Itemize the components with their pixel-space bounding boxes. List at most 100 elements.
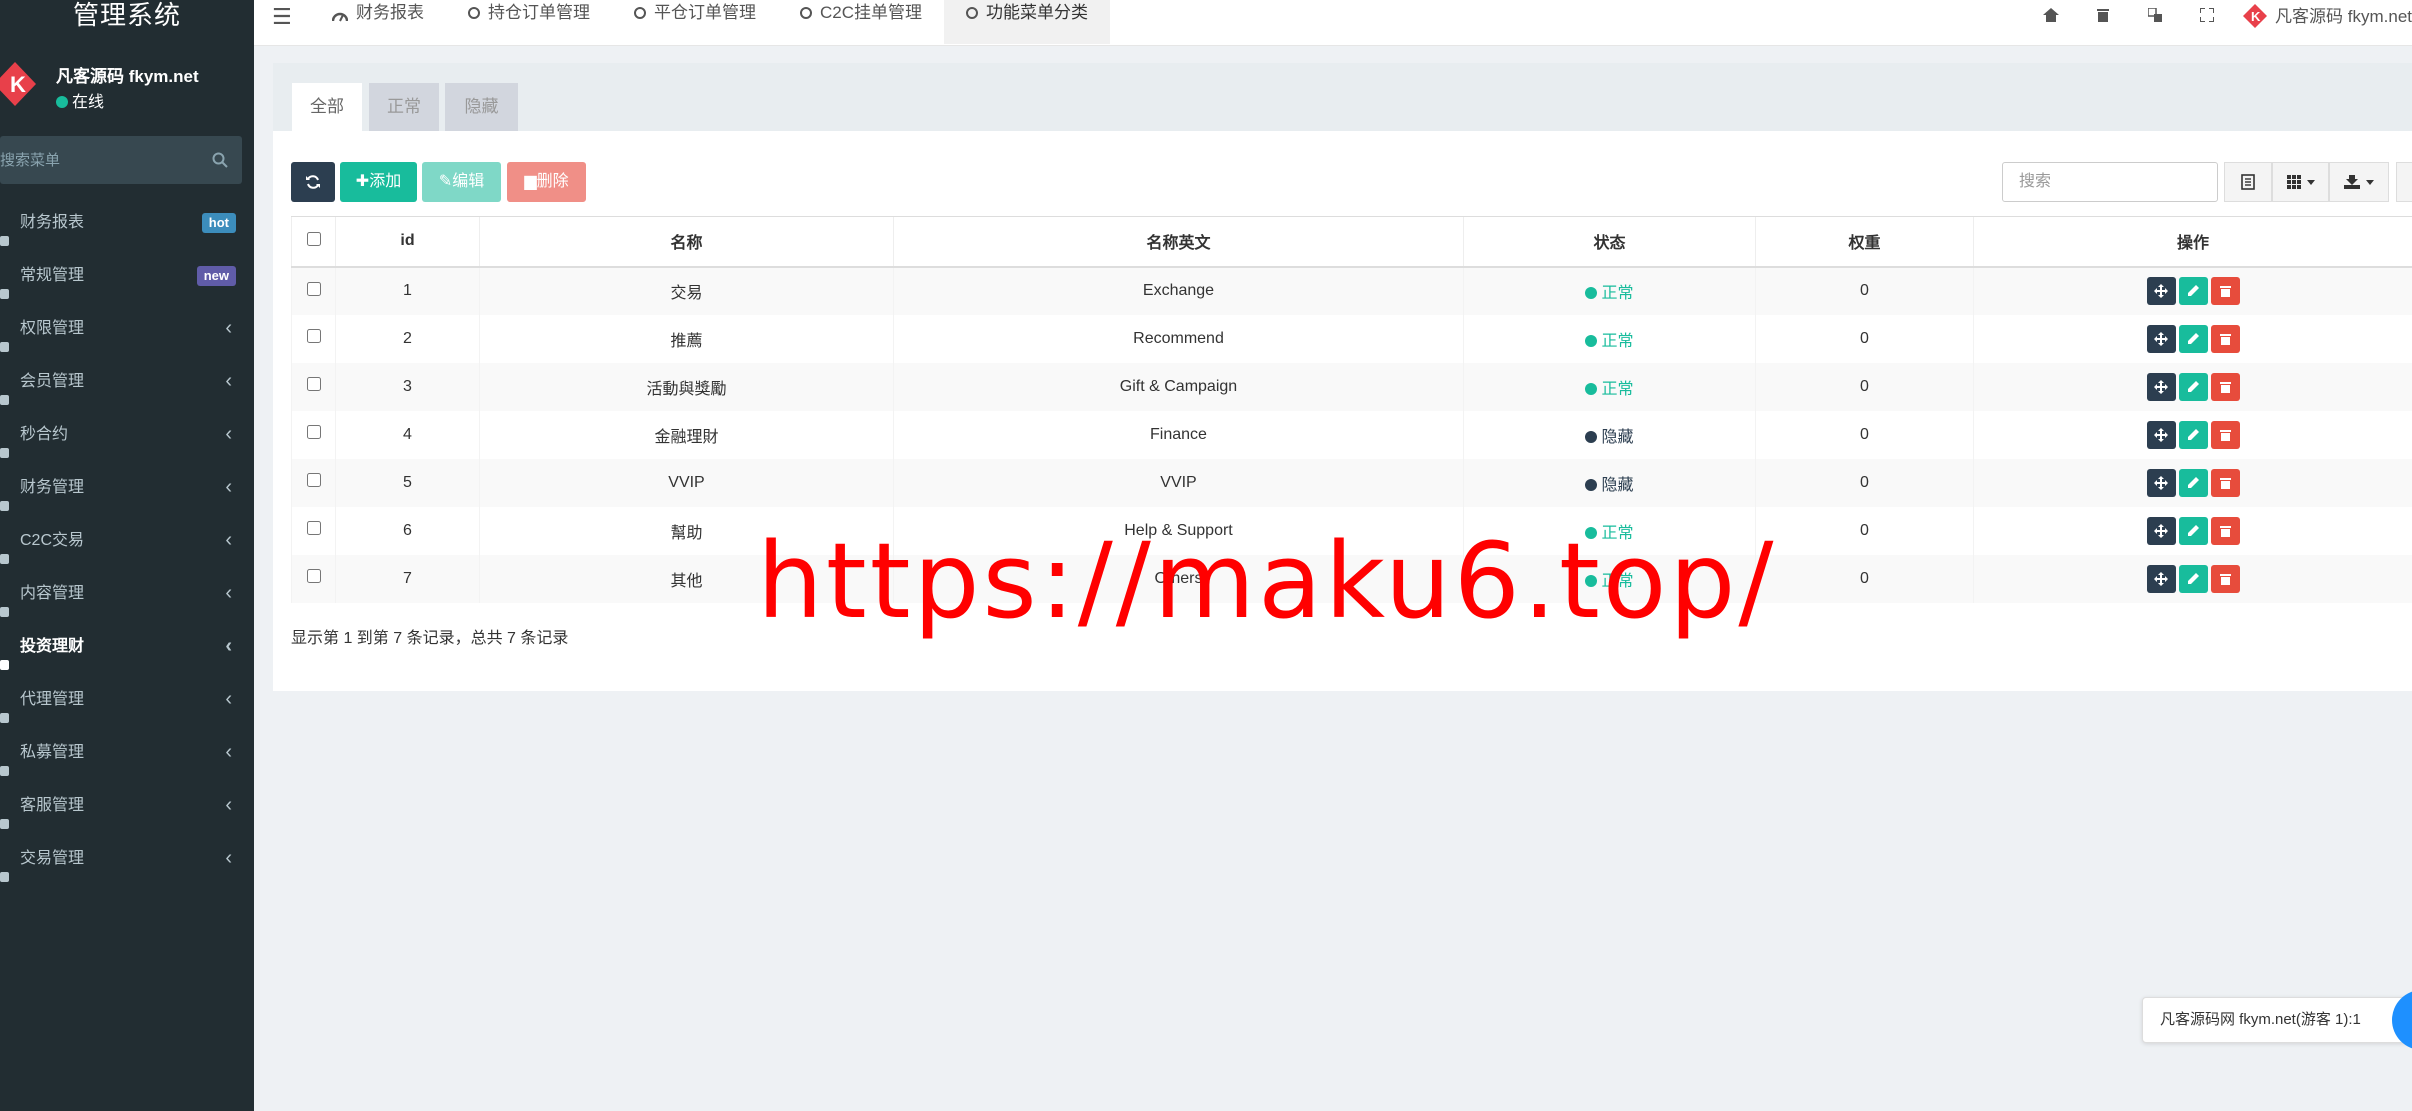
cell-id: 3 [335,362,480,411]
row-checkbox[interactable] [306,569,321,583]
row-checkbox[interactable] [306,329,321,343]
nav-tab-3[interactable]: C2C挂单管理 [778,0,944,44]
delete-row-icon[interactable] [2210,277,2240,305]
drag-move-icon[interactable] [2146,277,2176,305]
col-name-en[interactable]: 名称英文 [893,216,1464,268]
nav-tab-4[interactable]: 功能菜单分类 [944,0,1111,44]
tab-normal[interactable]: 正常 [369,83,439,131]
row-checkbox[interactable] [306,473,321,487]
delete-row-icon[interactable] [2210,516,2240,545]
nav-tab-1[interactable]: 持仓订单管理 [446,0,612,44]
toggle-view-button[interactable] [2224,162,2272,202]
home-icon[interactable] [2025,0,2077,30]
table-search-input[interactable] [2002,162,2218,202]
col-status[interactable]: 状态 [1463,216,1756,268]
sidebar-item-11[interactable]: 客服管理 ‹ [0,779,254,832]
drag-move-icon[interactable] [2146,564,2176,593]
col-id[interactable]: id [335,216,480,268]
row-select-cell [291,458,336,507]
table-row[interactable]: 4 金融理財 Finance 隐藏 0 [291,410,2412,459]
sidebar-item-0[interactable]: 财务报表 hot [0,196,254,249]
sidebar-item-12[interactable]: 交易管理 ‹ [0,832,254,885]
add-label: 添加 [369,173,402,190]
menu-toggle-icon[interactable]: ☰ [272,4,292,30]
row-checkbox[interactable] [306,425,321,439]
drag-move-icon[interactable] [2146,420,2176,449]
edit-row-icon[interactable] [2178,468,2208,497]
col-name[interactable]: 名称 [479,216,894,268]
delete-row-icon[interactable] [2210,420,2240,449]
trash-icon[interactable] [2077,0,2129,30]
more-tools-button[interactable] [2396,162,2412,202]
select-all-checkbox[interactable] [306,231,321,246]
cell-name: 推薦 [479,314,894,363]
nav-tab-0[interactable]: 财务报表 [310,0,446,44]
sidebar-item-2[interactable]: 权限管理 ‹ [0,302,254,355]
cell-id: 2 [335,314,480,363]
row-actions [2146,372,2240,401]
sidebar-item-7[interactable]: 内容管理 ‹ [0,567,254,620]
drag-move-icon[interactable] [2146,324,2176,353]
table-row[interactable]: 3 活動與獎勵 Gift & Campaign 正常 0 [291,362,2412,411]
refresh-button[interactable] [291,162,335,202]
chevron-left-icon: ‹ [225,423,232,445]
drag-move-icon[interactable] [2146,516,2176,545]
row-checkbox[interactable] [306,281,321,296]
chevron-left-icon: ‹ [225,529,232,551]
sidebar-item-8[interactable]: 投资理财 ‹ [0,620,254,673]
delete-row-icon[interactable] [2210,372,2240,401]
col-weight[interactable]: 权重 [1755,216,1974,268]
edit-row-icon[interactable] [2178,277,2208,305]
handshake-icon [0,852,10,905]
delete-row-icon[interactable] [2210,324,2240,353]
add-button[interactable]: ✚添加 [340,162,417,202]
sidebar-item-5[interactable]: 财务管理 ‹ [0,461,254,514]
cell-status[interactable]: 正常 [1463,362,1756,411]
cell-status[interactable]: 正常 [1463,314,1756,363]
edit-row-icon[interactable] [2178,372,2208,401]
row-select-cell [291,362,336,411]
columns-button[interactable] [2272,162,2329,202]
table-row[interactable]: 5 VVIP VVIP 隐藏 0 [291,458,2412,507]
delete-row-icon[interactable] [2210,564,2240,593]
edit-row-icon[interactable] [2178,420,2208,449]
delete-row-icon[interactable] [2210,468,2240,497]
edit-button[interactable]: ✎编辑 [422,162,501,202]
sidebar-item-10[interactable]: 私募管理 ‹ [0,726,254,779]
nav-tab-2[interactable]: 平仓订单管理 [612,0,778,44]
sidebar-item-1[interactable]: 常规管理 new [0,249,254,302]
tab-hidden[interactable]: 隐藏 [445,83,518,131]
sidebar-item-label: 投资理财 [20,638,85,655]
edit-row-icon[interactable] [2178,516,2208,545]
translate-icon[interactable] [2129,0,2181,30]
chat-tooltip[interactable]: 凡客源码网 fkym.net(游客 1):1 [2142,997,2408,1043]
fullscreen-icon[interactable] [2181,0,2233,30]
sidebar-item-9[interactable]: 代理管理 ‹ [0,673,254,726]
sidebar-item-3[interactable]: 会员管理 ‹ [0,355,254,408]
status-text: 正常 [1601,285,1634,302]
sidebar-item-label: 秒合约 [20,426,69,443]
cell-actions [1973,506,2412,555]
row-checkbox[interactable] [306,377,321,391]
table-row[interactable]: 1 交易 Exchange 正常 0 [291,266,2412,315]
drag-move-icon[interactable] [2146,372,2176,401]
table-row[interactable]: 2 推薦 Recommend 正常 0 [291,314,2412,363]
cell-status[interactable]: 隐藏 [1463,410,1756,459]
app-logo[interactable]: 管理系统 [0,0,254,36]
search-icon[interactable] [212,152,228,168]
tab-all[interactable]: 全部 [292,83,362,131]
sidebar-item-6[interactable]: C2C交易 ‹ [0,514,254,567]
export-button[interactable] [2329,162,2389,202]
edit-row-icon[interactable] [2178,324,2208,353]
menu-search-input[interactable] [0,136,200,184]
drag-move-icon[interactable] [2146,468,2176,497]
row-checkbox[interactable] [306,521,321,535]
cell-status[interactable]: 隐藏 [1463,458,1756,507]
top-user-menu[interactable]: K 凡客源码 fkym.net [2233,0,2412,44]
top-user-name: 凡客源码 fkym.net [2275,7,2412,26]
delete-button[interactable]: ▆删除 [507,162,586,202]
sidebar-item-4[interactable]: 秒合约 ‹ [0,408,254,461]
edit-row-icon[interactable] [2178,564,2208,593]
cell-status[interactable]: 正常 [1463,266,1756,315]
sidebar-item-label: 权限管理 [20,320,85,337]
